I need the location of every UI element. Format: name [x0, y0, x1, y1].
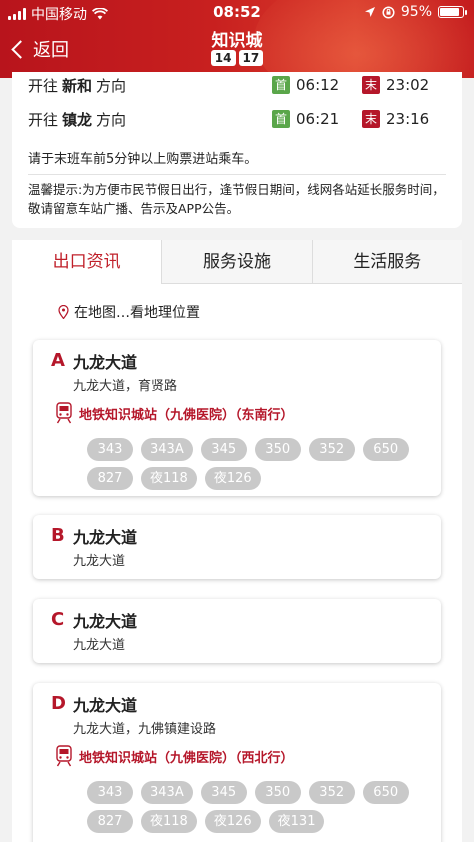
bus-list: 343 343A 345 350 352 650 827 夜118 夜126 夜…: [87, 781, 417, 833]
last-train-time: 23:16: [386, 110, 430, 128]
direction-row: 开往 镇龙 方向 首 06:21 末 23:16: [28, 106, 446, 132]
bus-route[interactable]: 343: [87, 438, 133, 461]
rotation-lock-icon: [382, 5, 395, 19]
direction-suffix: 方向: [96, 110, 127, 129]
exit-street: 九龙大道，育贤路: [73, 379, 178, 394]
exit-card-c[interactable]: C 九龙大道 九龙大道: [33, 599, 441, 663]
tab-life-services[interactable]: 生活服务: [311, 240, 462, 284]
tab-bar: 出口资讯 服务设施 生活服务: [12, 240, 462, 284]
direction-suffix: 方向: [96, 76, 127, 95]
bus-route[interactable]: 343A: [141, 438, 193, 461]
bus-route[interactable]: 夜118: [141, 467, 197, 490]
last-train-badge: 末: [362, 110, 380, 128]
direction-dest: 镇龙: [62, 110, 93, 129]
exit-street: 九龙大道: [73, 638, 126, 653]
map-link-label: 在地图…看地理位置: [74, 305, 200, 321]
exit-road: 九龙大道: [73, 612, 138, 631]
exit-letter: D: [51, 693, 66, 714]
last-train-time: 23:02: [386, 76, 430, 94]
bus-route[interactable]: 350: [254, 438, 301, 461]
bus-route[interactable]: 343A: [141, 781, 193, 804]
line-badge: 14: [210, 50, 236, 66]
bus-route[interactable]: 345: [200, 781, 247, 804]
nav-bar: 返回 知识城 14 17: [0, 24, 474, 74]
location-icon: [364, 7, 375, 17]
bus-route[interactable]: 650: [362, 781, 409, 804]
first-train-badge: 首: [272, 110, 290, 128]
metro-connection: 地铁知识城站（九佛医院）（东南行）: [55, 402, 294, 424]
line-badge: 17: [238, 50, 264, 66]
bus-route[interactable]: 352: [308, 438, 355, 461]
metro-label: 地铁知识城站（九佛医院）（西北行）: [79, 750, 294, 766]
exit-card-a[interactable]: A 九龙大道 九龙大道，育贤路 地铁知识城站（九佛医院）（东南行） 343 34…: [33, 340, 441, 496]
bus-list: 343 343A 345 350 352 650 827 夜118 夜126: [87, 438, 417, 490]
exit-letter: A: [51, 350, 65, 371]
first-train-badge: 首: [272, 76, 290, 94]
bus-route[interactable]: 345: [200, 438, 247, 461]
battery-icon: [438, 6, 467, 18]
ticket-notice: 请于末班车前5分钟以上购票进站乘车。: [28, 152, 258, 167]
header: 中国移动 08:52 95% 返回 知识城 14 17: [0, 0, 474, 78]
metro-label: 地铁知识城站（九佛医院）（东南行）: [79, 407, 294, 423]
status-bar: 中国移动 08:52 95%: [0, 2, 474, 24]
direction-row: 开往 新和 方向 首 06:12 末 23:02: [28, 72, 446, 98]
holiday-tip: 温馨提示:为方便市民节假日出行，逢节假日期间，线网各站延长服务时间，敬请留意车站…: [28, 182, 445, 216]
exit-card-d[interactable]: D 九龙大道 九龙大道，九佛镇建设路 地铁知识城站（九佛医院）（西北行） 343…: [33, 683, 441, 842]
exit-road: 九龙大道: [73, 353, 138, 372]
bus-route[interactable]: 夜118: [141, 810, 197, 833]
divider: [28, 174, 446, 175]
bus-route[interactable]: 夜126: [204, 810, 261, 833]
bus-route[interactable]: 350: [254, 781, 301, 804]
exit-street: 九龙大道: [73, 554, 126, 569]
schedule-card: 开往 新和 方向 首 06:12 末 23:02 开往 镇龙 方向 首 06:2…: [12, 72, 462, 228]
exit-panel: 出口资讯 服务设施 生活服务 在地图…看地理位置 A 九龙大道 九龙大道，育贤路…: [12, 240, 462, 842]
page-title: 知识城: [211, 31, 263, 51]
bus-route[interactable]: 827: [87, 467, 133, 490]
exit-road: 九龙大道: [73, 696, 138, 715]
tab-exit-info[interactable]: 出口资讯: [12, 240, 162, 284]
exit-street: 九龙大道，九佛镇建设路: [73, 722, 217, 737]
tab-facilities[interactable]: 服务设施: [161, 240, 312, 284]
train-icon: [56, 402, 72, 424]
direction-prefix: 开往: [28, 110, 59, 129]
last-train-badge: 末: [362, 76, 380, 94]
train-icon: [56, 745, 72, 767]
bus-route[interactable]: 650: [362, 438, 409, 461]
metro-connection: 地铁知识城站（九佛医院）（西北行）: [55, 745, 294, 767]
bus-route[interactable]: 352: [308, 781, 355, 804]
direction-dest: 新和: [62, 76, 93, 95]
exit-letter: C: [51, 609, 65, 630]
direction-prefix: 开往: [28, 76, 59, 95]
battery-percent: 95%: [400, 4, 432, 20]
line-badges: 14 17: [0, 50, 474, 66]
bus-route[interactable]: 343: [87, 781, 133, 804]
bus-route[interactable]: 夜126: [204, 467, 261, 490]
first-train-time: 06:21: [296, 110, 340, 128]
map-link[interactable]: 在地图…看地理位置: [58, 302, 200, 322]
bus-route[interactable]: 夜131: [268, 810, 325, 833]
exit-card-b[interactable]: B 九龙大道 九龙大道: [33, 515, 441, 579]
first-train-time: 06:12: [296, 76, 340, 94]
map-pin-icon: [58, 305, 69, 319]
exit-letter: B: [51, 525, 65, 546]
exit-road: 九龙大道: [73, 528, 138, 547]
bus-route[interactable]: 827: [87, 810, 133, 833]
